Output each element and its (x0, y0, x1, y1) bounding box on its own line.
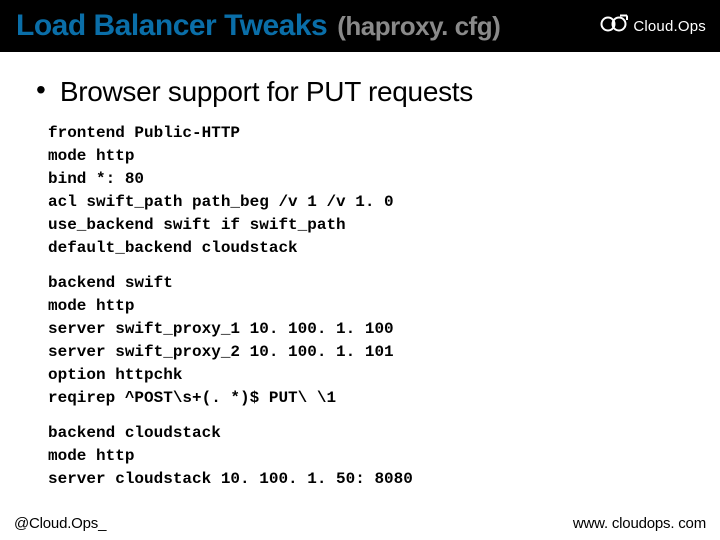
bullet-item: • Browser support for PUT requests (36, 76, 690, 108)
code-block-backend-swift: backend swift mode http server swift_pro… (48, 272, 690, 410)
cloudops-logo-icon (598, 13, 630, 40)
brand-logo-text: Cloud.Ops (633, 18, 706, 35)
slide-subtitle: (haproxy. cfg) (337, 11, 500, 42)
bullet-text: Browser support for PUT requests (60, 76, 473, 108)
slide: Load Balancer Tweaks (haproxy. cfg) Clou… (0, 0, 720, 540)
footer: @Cloud.Ops_ www. cloudops. com (0, 515, 720, 540)
slide-content: • Browser support for PUT requests front… (0, 52, 720, 515)
bullet-dot-icon: • (36, 76, 46, 104)
footer-handle: @Cloud.Ops_ (14, 515, 106, 532)
slide-title: Load Balancer Tweaks (16, 9, 327, 43)
brand-logo: Cloud.Ops (598, 13, 706, 40)
title-bar: Load Balancer Tweaks (haproxy. cfg) Clou… (0, 0, 720, 52)
footer-url: www. cloudops. com (573, 515, 706, 532)
code-block-backend-cloudstack: backend cloudstack mode http server clou… (48, 422, 690, 491)
code-block-frontend: frontend Public-HTTP mode http bind *: 8… (48, 122, 690, 260)
